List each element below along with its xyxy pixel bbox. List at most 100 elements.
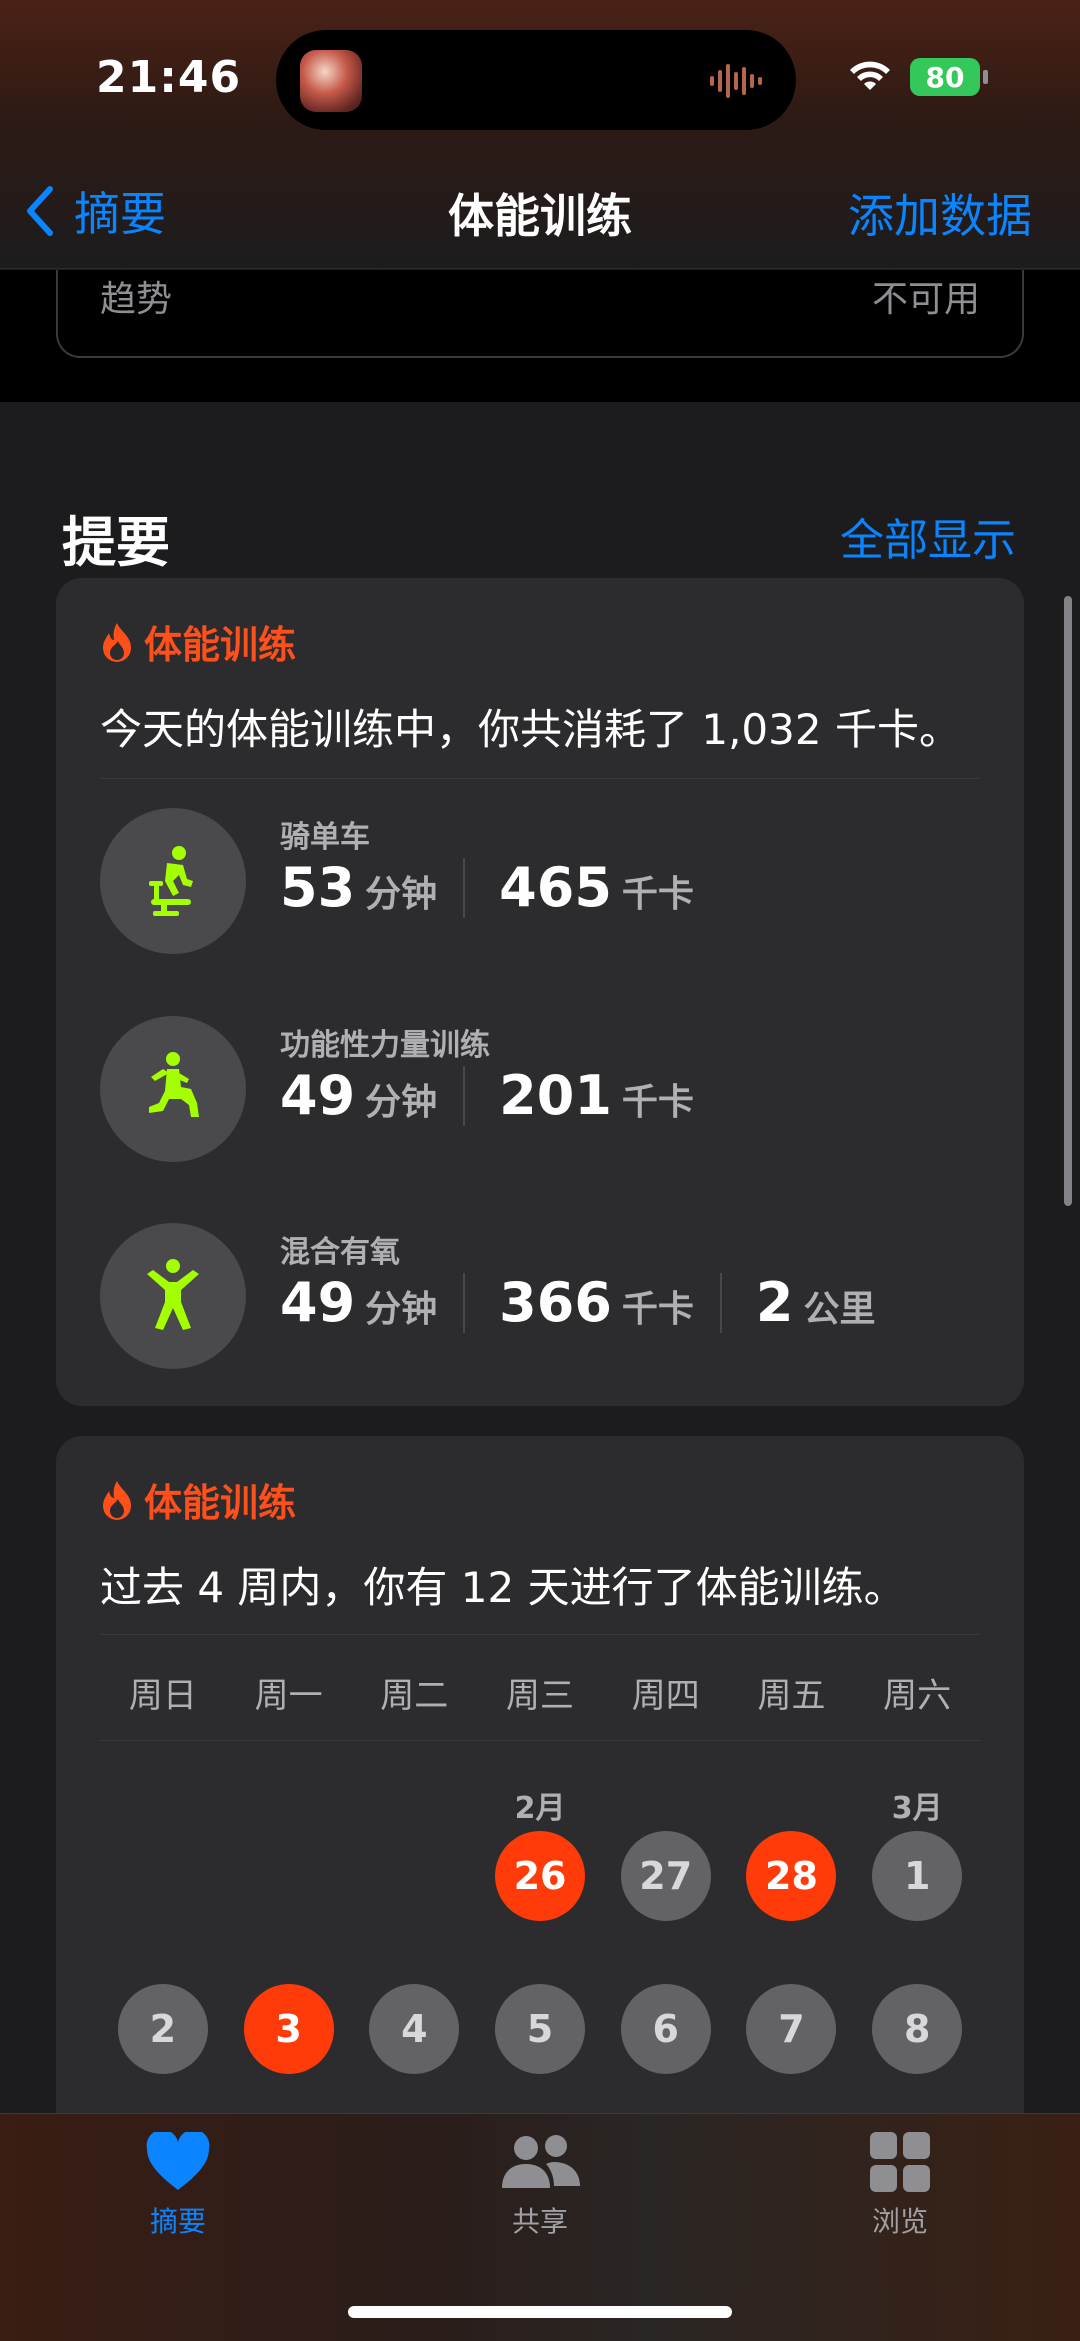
calendar-day[interactable]: 5 <box>495 1984 586 2074</box>
battery-level: 80 <box>925 60 965 94</box>
tab-label: 摘要 <box>149 2205 206 2238</box>
weekday-label: 周三 <box>506 1676 575 1716</box>
calendar-day[interactable]: 6 <box>620 1984 711 2074</box>
people-icon <box>502 2135 580 2188</box>
weekday-label: 周一 <box>254 1676 323 1716</box>
workout-name: 功能性力量训练 <box>280 1028 490 1063</box>
summary-text: 今天的体能训练中，你共消耗了 1,032 千卡。 <box>100 705 961 754</box>
card-heading: 体能训练 <box>100 614 296 669</box>
tab-label: 共享 <box>511 2205 568 2238</box>
trend-label: 趋势 <box>100 279 173 320</box>
workout-stats: 49 分钟 366 千卡 2 公里 <box>280 1271 902 1334</box>
calendar-empty-cell <box>100 1831 226 1921</box>
tab-label: 浏览 <box>871 2205 928 2238</box>
flame-icon <box>103 622 131 662</box>
month-label: 3月 <box>891 1791 943 1826</box>
calendar-day[interactable]: 1 <box>872 1831 963 1921</box>
card-heading: 体能训练 <box>100 1472 296 1527</box>
calendar-cell: 2月 26 <box>477 1791 603 1921</box>
dynamic-island[interactable] <box>276 30 796 130</box>
card-divider <box>100 1740 980 1741</box>
card-divider <box>100 1634 980 1635</box>
stat-divider <box>719 1272 722 1333</box>
month-label: 2月 <box>514 1791 566 1826</box>
calendar-summary-text: 过去 4 周内，你有 12 天进行了体能训练。 <box>100 1563 906 1612</box>
calendar-day[interactable]: 8 <box>872 1984 963 2074</box>
calories-value: 366 <box>499 1271 612 1334</box>
tab-sharing[interactable]: 共享 <box>450 2132 630 2240</box>
calendar-week-row: 2 3 4 5 6 7 8 <box>100 1984 980 2074</box>
cycling-icon <box>100 808 246 954</box>
calendar-day[interactable]: 4 <box>369 1984 460 2074</box>
calendar-cell: 27 <box>603 1831 729 1921</box>
duration-value: 49 <box>280 1064 356 1127</box>
highlights-title: 提要 <box>62 511 170 574</box>
calories-unit: 千卡 <box>621 1289 694 1330</box>
tab-summary[interactable]: 摘要 <box>88 2132 268 2240</box>
calendar-cell: 5 <box>477 1984 603 2074</box>
calories-value: 465 <box>499 856 612 919</box>
calories-unit: 千卡 <box>621 1082 694 1123</box>
workout-summary-card[interactable]: 体能训练 今天的体能训练中，你共消耗了 1,032 千卡。 骑单车 53 分钟 … <box>56 578 1024 1406</box>
weekday-label: 周四 <box>631 1676 700 1716</box>
calendar-cell: 3月 1 <box>854 1791 980 1921</box>
calendar-cell: 2 <box>100 1984 226 2074</box>
calendar-cell: 28 <box>729 1831 855 1921</box>
duration-unit: 分钟 <box>365 1289 438 1330</box>
workout-name: 骑单车 <box>280 820 370 855</box>
add-data-button[interactable]: 添加数据 <box>848 180 1032 246</box>
heart-icon <box>146 2132 210 2190</box>
weekday-label: 周二 <box>380 1676 449 1716</box>
card-divider <box>100 778 980 779</box>
stat-divider <box>463 857 466 918</box>
flame-icon <box>103 1480 131 1520</box>
calendar-empty-cell <box>351 1831 477 1921</box>
calendar-day[interactable]: 28 <box>746 1831 837 1921</box>
wifi-icon <box>850 61 890 90</box>
status-icons: 80 <box>848 58 988 96</box>
home-indicator[interactable] <box>348 2306 732 2318</box>
calendar-cell: 8 <box>854 1984 980 2074</box>
calendar-empty-cell <box>226 1831 352 1921</box>
duration-unit: 分钟 <box>365 874 438 915</box>
workout-row-strength[interactable]: 功能性力量训练 49 分钟 201 千卡 <box>100 1016 980 1166</box>
top-bar: 21:46 80 摘要 体能训练 添加数据 <box>0 0 1080 270</box>
tab-browse[interactable]: 浏览 <box>810 2132 990 2240</box>
workout-row-cycling[interactable]: 骑单车 53 分钟 465 千卡 <box>100 808 980 958</box>
trend-value: 不可用 <box>871 279 980 320</box>
workout-stats: 53 分钟 465 千卡 <box>280 856 720 919</box>
calendar-cell: 7 <box>729 1984 855 2074</box>
grid-icon <box>870 2132 930 2192</box>
calendar-day[interactable]: 3 <box>243 1984 334 2074</box>
status-time: 21:46 <box>96 52 242 103</box>
mixed-cardio-icon <box>100 1223 246 1369</box>
card-heading-label: 体能训练 <box>144 1481 297 1525</box>
calendar-cell: 4 <box>351 1984 477 2074</box>
audio-waveform-icon <box>710 64 762 98</box>
calendar-day[interactable]: 26 <box>495 1831 586 1921</box>
workout-row-mixed-cardio[interactable]: 混合有氧 49 分钟 366 千卡 2 公里 <box>100 1223 980 1373</box>
workout-calendar-card[interactable]: 体能训练 过去 4 周内，你有 12 天进行了体能训练。 周日 周一 周二 周三… <box>56 1436 1024 2136</box>
calendar-cell: 6 <box>603 1984 729 2074</box>
scrollbar[interactable] <box>1064 596 1072 1206</box>
calories-unit: 千卡 <box>621 874 694 915</box>
stat-divider <box>463 1272 466 1333</box>
now-playing-artwork <box>300 50 362 112</box>
stat-divider <box>463 1065 466 1126</box>
weekday-label: 周六 <box>883 1676 952 1716</box>
calendar-day[interactable]: 2 <box>117 1984 208 2074</box>
calendar-day[interactable]: 7 <box>746 1984 837 2074</box>
duration-unit: 分钟 <box>365 1082 438 1123</box>
health-app-screen: 21:46 80 摘要 体能训练 添加数据 趋势 不可用 提要 全部显示 体能训… <box>0 0 1080 2341</box>
nav-divider <box>0 268 1080 269</box>
show-all-link[interactable]: 全部显示 <box>840 504 1016 568</box>
weekday-label: 周五 <box>757 1676 826 1716</box>
calendar-day[interactable]: 27 <box>620 1831 711 1921</box>
calendar-cell: 3 <box>226 1984 352 2074</box>
duration-value: 53 <box>280 856 356 919</box>
workout-stats: 49 分钟 201 千卡 <box>280 1064 720 1127</box>
weekday-label: 周日 <box>128 1676 197 1716</box>
distance-value: 2 <box>755 1271 794 1334</box>
battery-indicator: 80 <box>910 58 988 96</box>
calories-value: 201 <box>499 1064 612 1127</box>
